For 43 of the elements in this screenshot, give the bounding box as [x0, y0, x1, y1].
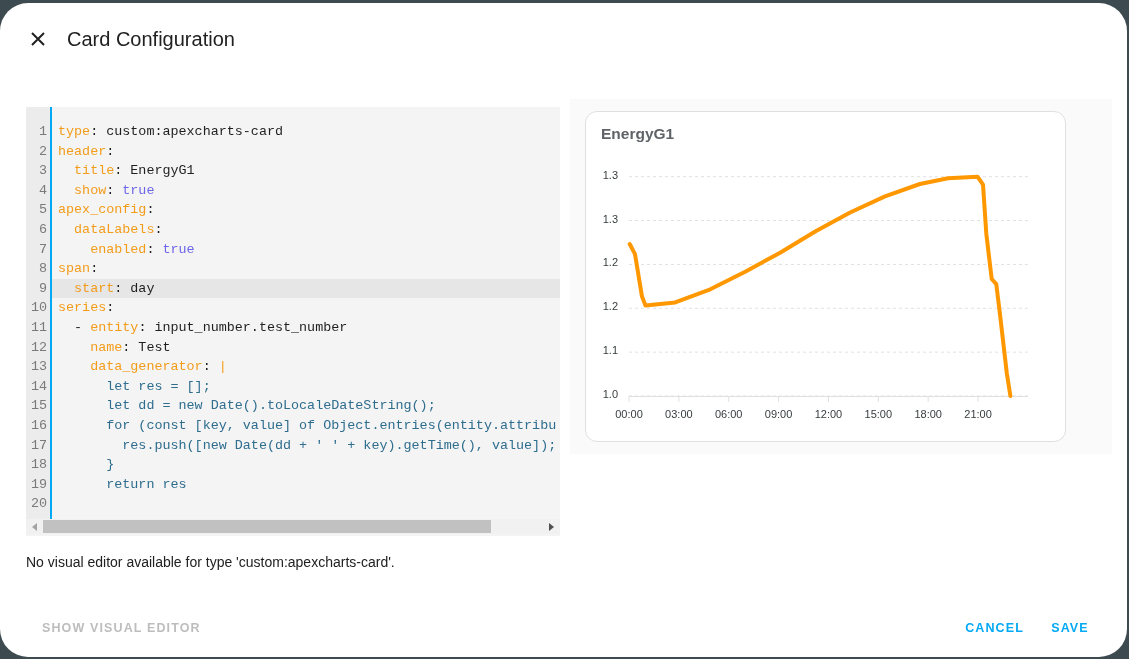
- x-axis-label: 09:00: [764, 408, 793, 420]
- line-number: 6: [38, 220, 47, 239]
- line-number: 4: [38, 181, 47, 200]
- line-number: 19: [30, 475, 47, 494]
- dialog-title: Card Configuration: [67, 27, 235, 52]
- x-axis-label: 03:00: [665, 408, 693, 420]
- line-number: 20: [30, 495, 47, 514]
- line-number: 10: [30, 299, 47, 318]
- y-axis-label: 1.3: [602, 212, 618, 225]
- line-number: 16: [30, 416, 47, 435]
- info-message: No visual editor available for type 'custom:apexcharts-card'.: [26, 553, 396, 572]
- x-axis-label: 00:00: [615, 408, 643, 420]
- text-button[interactable]: SAVE: [1038, 610, 1102, 646]
- x-axis-label: 21:00: [964, 408, 992, 420]
- line-number: 18: [30, 456, 47, 475]
- line-number: 17: [30, 436, 47, 455]
- scrollbar-thumb[interactable]: [43, 520, 491, 533]
- line-number: 15: [30, 397, 47, 416]
- scroll-left-icon[interactable]: [32, 522, 37, 531]
- line-number: 12: [30, 338, 47, 357]
- card-title: EnergyG1: [601, 125, 675, 142]
- line-number: 1: [38, 123, 47, 141]
- y-axis-label: 1.3: [602, 168, 618, 181]
- x-axis-label: 12:00: [814, 408, 843, 420]
- y-axis-label: 1.1: [602, 344, 618, 357]
- line-number: 11: [30, 318, 47, 337]
- line-number: 8: [38, 260, 47, 279]
- line-number: 3: [38, 162, 47, 181]
- line-number: 9: [38, 279, 47, 298]
- line-number: 5: [38, 201, 47, 220]
- line-number: 14: [30, 377, 47, 396]
- line-number: 7: [38, 240, 47, 259]
- x-axis-label: 15:00: [864, 408, 893, 420]
- line-number: 2: [38, 142, 47, 161]
- y-axis-label: 1.0: [602, 388, 618, 400]
- y-axis-label: 1.2: [602, 256, 618, 269]
- y-axis-label: 1.2: [602, 300, 618, 313]
- x-axis-label: 06:00: [714, 408, 743, 420]
- text-button[interactable]: CANCEL: [957, 610, 1032, 646]
- line-number: 13: [30, 358, 47, 377]
- close-icon: [31, 32, 45, 46]
- x-axis-label: 18:00: [914, 408, 942, 420]
- scroll-right-icon[interactable]: [549, 522, 554, 531]
